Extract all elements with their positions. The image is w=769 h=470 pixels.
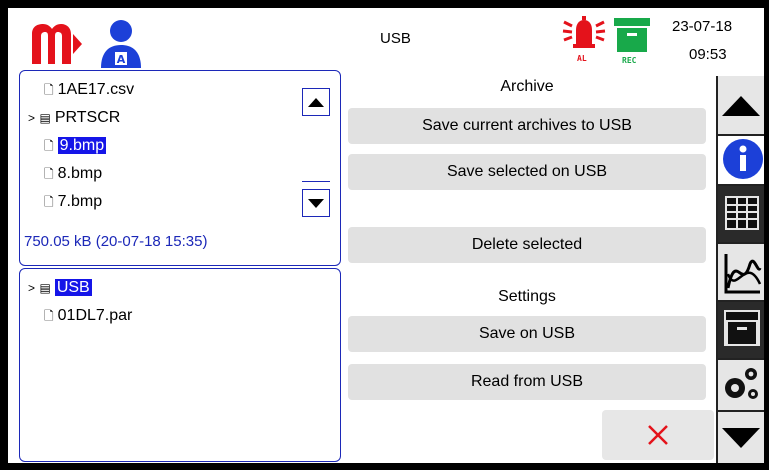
rec-box-icon bbox=[614, 18, 650, 52]
time-display: 09:53 bbox=[689, 46, 727, 63]
delete-selected-button[interactable]: Delete selected bbox=[348, 227, 706, 263]
rec-badge: REC bbox=[622, 56, 637, 65]
chart-icon bbox=[724, 254, 762, 294]
nav-down-button[interactable] bbox=[718, 410, 764, 463]
nav-divider bbox=[718, 410, 764, 412]
nav-divider bbox=[718, 184, 764, 186]
save-selected-button[interactable]: Save selected on USB bbox=[348, 154, 706, 190]
file-icon: 🗋 bbox=[44, 195, 54, 209]
file-icon: 🗋 bbox=[44, 167, 54, 181]
file-browser[interactable]: 🗋 1AE17.csv > ▤ PRTSCR 🗋 9.bmp 🗋 8.bmp 🗋 7.bm… bbox=[19, 70, 341, 266]
file-row[interactable]: 🗋 1AE17.csv bbox=[44, 79, 134, 101]
scroll-up-button[interactable] bbox=[302, 88, 330, 116]
nav-divider bbox=[718, 300, 764, 302]
folder-row-selected[interactable]: > ▤ USB bbox=[28, 277, 92, 299]
nav-settings-button[interactable] bbox=[718, 358, 764, 410]
archive-icon bbox=[724, 310, 760, 346]
triangle-up-icon bbox=[308, 98, 324, 107]
archive-section-label: Archive bbox=[500, 78, 554, 95]
settings-section-label: Settings bbox=[498, 288, 556, 305]
up-arrow-icon bbox=[718, 76, 764, 134]
triangle-down-icon bbox=[308, 199, 324, 208]
folder-row[interactable]: > ▤ PRTSCR bbox=[28, 107, 120, 129]
read-from-usb-button[interactable]: Read from USB bbox=[348, 364, 706, 400]
settings-gears-icon bbox=[718, 358, 764, 410]
drive-browser[interactable]: > ▤ USB 🗋 01DL7.par bbox=[19, 268, 341, 462]
nav-divider bbox=[718, 358, 764, 360]
date-display: 23-07-18 bbox=[672, 18, 733, 35]
folder-icon: ▤ bbox=[39, 281, 51, 295]
file-row[interactable]: 🗋 7.bmp bbox=[44, 191, 102, 213]
scroll-down-button[interactable] bbox=[302, 189, 330, 217]
folder-icon: ▤ bbox=[39, 111, 51, 125]
nav-divider bbox=[718, 134, 764, 136]
down-arrow-icon bbox=[718, 410, 764, 463]
close-icon bbox=[648, 425, 668, 445]
svg-text:A: A bbox=[117, 53, 126, 66]
nav-table-button[interactable] bbox=[718, 184, 764, 242]
file-row[interactable]: 🗋 8.bmp bbox=[44, 163, 102, 185]
file-row[interactable]: 🗋 01DL7.par bbox=[44, 305, 132, 327]
alarm-icon[interactable]: AL bbox=[561, 14, 607, 66]
file-icon: 🗋 bbox=[44, 309, 54, 323]
user-admin-icon: A bbox=[101, 20, 141, 68]
brand-logo-icon bbox=[32, 24, 82, 64]
save-on-usb-button[interactable]: Save on USB bbox=[348, 316, 706, 352]
file-icon: 🗋 bbox=[44, 139, 54, 153]
info-icon bbox=[723, 139, 763, 179]
recording-icon[interactable]: REC bbox=[612, 16, 652, 66]
close-button[interactable] bbox=[602, 410, 714, 460]
page-title: USB bbox=[380, 30, 411, 47]
nav-up-bg bbox=[718, 76, 764, 134]
expand-chevron-icon[interactable]: > bbox=[28, 111, 35, 125]
nav-chart-button[interactable] bbox=[718, 242, 764, 302]
file-row-selected[interactable]: 🗋 9.bmp bbox=[44, 135, 107, 157]
save-current-archives-button[interactable]: Save current archives to USB bbox=[348, 108, 706, 144]
expand-chevron-icon[interactable]: > bbox=[28, 281, 35, 295]
nav-archive-button[interactable] bbox=[718, 300, 764, 358]
file-info-text: 750.05 kB (20-07-18 15:35) bbox=[24, 233, 208, 250]
nav-border bbox=[716, 76, 718, 463]
table-icon bbox=[725, 196, 759, 230]
alarm-bell-icon bbox=[562, 16, 606, 48]
usb-screen: A USB AL REC 23-07-18 09:53 🗋 1AE17.csv >… bbox=[8, 8, 764, 463]
file-icon: 🗋 bbox=[44, 83, 54, 97]
scroll-thumb[interactable] bbox=[302, 181, 330, 182]
nav-info-button[interactable] bbox=[718, 134, 764, 184]
alarm-badge: AL bbox=[577, 54, 587, 63]
